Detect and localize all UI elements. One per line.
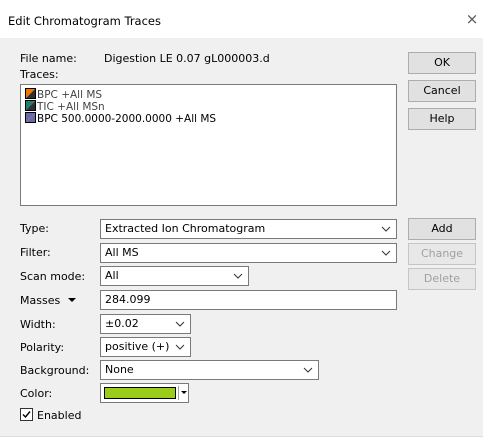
width-label: Width:: [20, 318, 56, 331]
polarity-label: Polarity:: [20, 341, 65, 354]
chevron-down-icon: [381, 250, 391, 256]
color-label: Color:: [20, 387, 53, 400]
masses-input[interactable]: 284.099: [100, 290, 397, 310]
width-select[interactable]: ±0.02: [100, 314, 191, 334]
caret-down-icon: [67, 298, 76, 302]
delete-button[interactable]: Delete: [408, 268, 476, 290]
trace-color-swatch: [25, 112, 36, 123]
trace-color-swatch: [25, 88, 36, 99]
chevron-down-icon: [233, 273, 243, 279]
traces-label: Traces:: [20, 68, 59, 81]
help-button[interactable]: Help: [408, 108, 476, 130]
polarity-select[interactable]: positive (+): [100, 337, 191, 357]
enabled-label: Enabled: [37, 409, 82, 422]
checkmark-icon: [22, 411, 31, 419]
chevron-down-icon: [175, 321, 185, 327]
filter-label: Filter:: [20, 246, 51, 259]
traces-list[interactable]: BPC +All MS TIC +All MSn BPC 500.0000-20…: [20, 84, 397, 206]
background-label: Background:: [20, 364, 90, 377]
divider: [178, 386, 179, 400]
color-swatch: [104, 387, 176, 399]
chevron-down-icon: [381, 226, 391, 232]
file-name-label: File name:: [20, 52, 77, 65]
caret-down-icon: [181, 391, 187, 394]
chevron-down-icon: [303, 367, 313, 373]
change-button[interactable]: Change: [408, 243, 476, 265]
trace-item[interactable]: BPC 500.0000-2000.0000 +All MS: [25, 112, 216, 125]
ok-button[interactable]: OK: [408, 52, 476, 74]
cancel-button[interactable]: Cancel: [408, 80, 476, 102]
scan-mode-select[interactable]: All: [100, 266, 249, 286]
file-name-value: Digestion LE 0.07 gL000003.d: [104, 52, 270, 65]
background-select[interactable]: None: [100, 360, 319, 380]
filter-select[interactable]: All MS: [100, 243, 397, 263]
type-label: Type:: [20, 222, 49, 235]
add-button[interactable]: Add: [408, 218, 476, 240]
trace-color-swatch: [25, 100, 36, 111]
enabled-checkbox[interactable]: [20, 408, 33, 421]
chevron-down-icon: [175, 344, 185, 350]
color-picker[interactable]: [100, 383, 189, 403]
type-select[interactable]: Extracted Ion Chromatogram: [100, 219, 397, 239]
window-title: Edit Chromatogram Traces: [8, 14, 161, 28]
trace-item[interactable]: BPC +All MS: [25, 88, 102, 101]
masses-dropdown[interactable]: Masses: [20, 294, 76, 307]
scan-mode-label: Scan mode:: [20, 270, 86, 283]
trace-item[interactable]: TIC +All MSn: [25, 100, 105, 113]
close-icon[interactable]: ×: [463, 9, 481, 29]
